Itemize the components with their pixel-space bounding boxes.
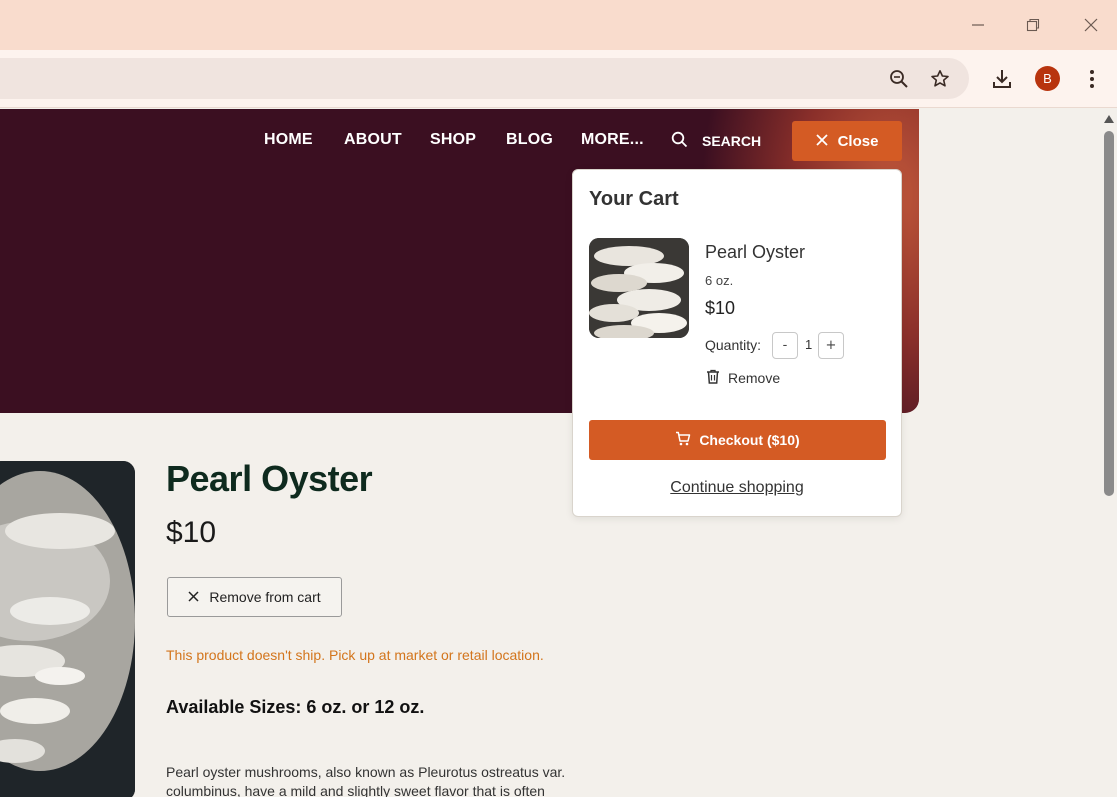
minimize-icon[interactable] [965,12,991,38]
nav-blog[interactable]: BLOG [506,131,553,149]
checkout-button[interactable]: Checkout ($10) [589,420,886,460]
cart-popover: Your Cart Pearl Oyster 6 oz. $10 Quantit… [572,169,902,517]
quantity-decrement-button[interactable]: - [772,332,798,359]
available-sizes: Available Sizes: 6 oz. or 12 oz. [166,697,425,717]
cart-remove-button[interactable]: Remove [706,369,780,387]
avatar-initial: B [1043,71,1052,86]
product-title: Pearl Oyster [166,458,373,499]
address-bar[interactable] [0,58,969,99]
cart-item-image [589,238,689,338]
menu-kebab-icon[interactable] [1079,66,1105,92]
close-window-icon[interactable] [1078,12,1104,38]
product-description: Pearl oyster mushrooms, also known as Pl… [166,764,566,797]
remove-label: Remove [728,370,781,386]
scroll-thumb[interactable] [1104,131,1114,496]
nav-shop[interactable]: SHOP [430,131,476,149]
zoom-icon[interactable] [886,66,912,92]
quantity-increment-button[interactable]: + [818,332,844,359]
scroll-up-arrow-icon[interactable] [1104,115,1114,123]
close-cart-button[interactable]: Close [792,121,902,161]
nav-about[interactable]: ABOUT [344,131,402,149]
restore-icon[interactable] [1020,12,1046,38]
bookmark-star-icon[interactable] [927,66,953,92]
cart-icon [675,431,691,449]
checkout-label: Checkout ($10) [699,432,800,448]
trash-icon [706,369,720,387]
nav-search[interactable]: SEARCH [671,131,761,151]
search-label: SEARCH [702,133,762,149]
search-icon [671,131,688,151]
nav-home[interactable]: HOME [264,131,313,149]
download-icon[interactable] [989,66,1015,92]
nav-more[interactable]: MORE... [581,131,644,149]
remove-from-cart-label: Remove from cart [209,589,321,605]
cart-item-name: Pearl Oyster [705,242,806,262]
cart-title: Your Cart [589,188,679,210]
x-icon [188,589,199,605]
product-image[interactable] [0,461,135,797]
product-price: $10 [166,516,217,549]
page-scrollbar[interactable] [1101,109,1117,797]
close-icon [815,133,828,150]
profile-avatar[interactable]: B [1035,66,1060,91]
cart-item-size: 6 oz. [705,273,734,288]
close-label: Close [837,132,879,150]
remove-from-cart-button[interactable]: Remove from cart [167,577,342,617]
quantity-label: Quantity: [705,337,762,353]
browser-toolbar [0,50,1117,108]
cart-item-price: $10 [705,298,736,318]
ship-note: This product doesn't ship. Pick up at ma… [166,647,544,663]
quantity-value: 1 [805,337,813,352]
continue-shopping-link[interactable]: Continue shopping [573,479,901,497]
browser-titlebar [0,0,1117,50]
